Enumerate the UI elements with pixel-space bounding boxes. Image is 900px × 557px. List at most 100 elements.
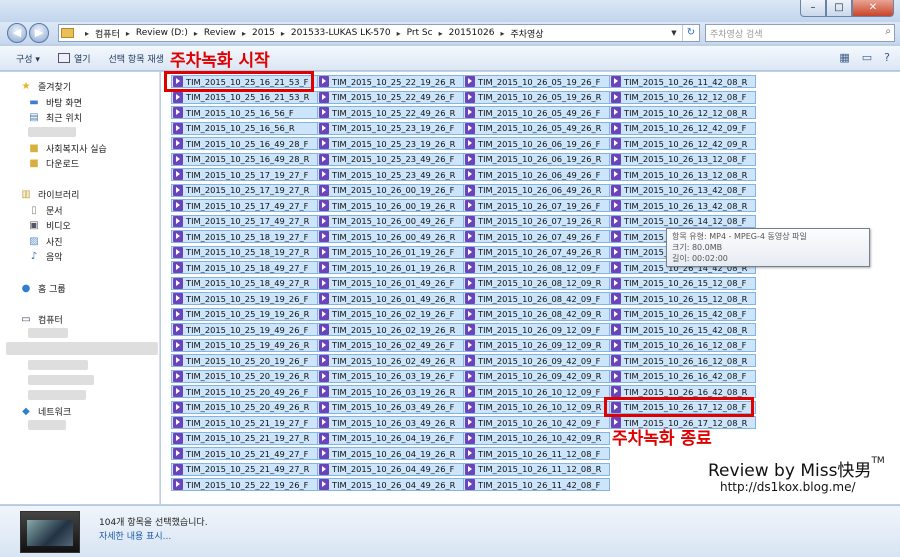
file-item[interactable]: TIM_2015_10_26_13_12_08_F	[609, 152, 756, 166]
breadcrumb-separator[interactable]: ▸	[242, 29, 246, 38]
file-item[interactable]: TIM_2015_10_25_22_49_26_F	[317, 90, 464, 104]
minimize-button[interactable]: –	[800, 0, 826, 17]
nav-recent[interactable]: ▤ 최근 위치	[28, 111, 82, 124]
breadcrumb-separator[interactable]: ▸	[194, 29, 198, 38]
file-item[interactable]: TIM_2015_10_26_10_12_09_F	[463, 385, 610, 398]
file-item[interactable]: TIM_2015_10_26_02_19_26_R	[317, 323, 464, 336]
file-item[interactable]: TIM_2015_10_26_12_12_08_F	[609, 90, 756, 104]
search-input[interactable]: 주차영상 검색 ⌕	[705, 24, 895, 42]
file-item[interactable]: TIM_2015_10_26_03_19_26_R	[317, 385, 464, 398]
file-item[interactable]: TIM_2015_10_26_06_49_26_R	[463, 183, 610, 197]
chevron-down-icon[interactable]: ▼	[667, 25, 681, 41]
file-item[interactable]: TIM_2015_10_26_04_49_26_R	[317, 478, 464, 491]
open-button[interactable]: 열기	[57, 52, 91, 65]
file-item[interactable]: TIM_2015_10_26_03_49_26_R	[317, 416, 464, 429]
file-item[interactable]: TIM_2015_10_26_09_42_09_F	[463, 354, 610, 367]
nav-videos[interactable]: ▣ 비디오	[28, 219, 71, 232]
file-item[interactable]: TIM_2015_10_26_16_12_08_F	[609, 338, 756, 352]
nav-pictures[interactable]: ▨ 사진	[28, 235, 62, 248]
file-item[interactable]: TIM_2015_10_26_16_12_08_R	[609, 354, 756, 367]
file-item[interactable]: TIM_2015_10_25_18_49_27_R	[171, 276, 318, 290]
file-item[interactable]: TIM_2015_10_25_17_19_27_R	[171, 183, 318, 197]
file-item[interactable]: TIM_2015_10_26_10_42_09_F	[463, 416, 610, 429]
file-item[interactable]: TIM_2015_10_25_22_49_26_R	[317, 106, 464, 119]
nav-computer[interactable]: ▭ 컴퓨터	[20, 313, 63, 326]
breadcrumb-drive[interactable]: Review (D:)	[136, 28, 188, 38]
file-item[interactable]: TIM_2015_10_26_07_49_26_F	[463, 230, 610, 243]
breadcrumb-separator[interactable]: ▸	[126, 29, 130, 38]
file-item[interactable]: TIM_2015_10_26_04_19_26_F	[317, 431, 464, 445]
nav-libraries[interactable]: ▥ 라이브러리	[20, 188, 79, 201]
file-item[interactable]: TIM_2015_10_26_05_49_26_F	[463, 106, 610, 119]
file-item[interactable]: TIM_2015_10_26_09_12_09_F	[463, 323, 610, 336]
file-item[interactable]: TIM_2015_10_25_18_19_27_R	[171, 245, 318, 259]
file-item[interactable]: TIM_2015_10_26_06_49_26_F	[463, 168, 610, 181]
nav-downloads[interactable]: ■ 다운로드	[28, 157, 79, 170]
file-item[interactable]: TIM_2015_10_25_18_19_27_F	[171, 230, 318, 243]
file-item[interactable]: TIM_2015_10_25_16_56_R	[171, 121, 318, 135]
file-item[interactable]: TIM_2015_10_25_20_19_26_F	[171, 354, 318, 367]
file-item[interactable]: TIM_2015_10_26_15_42_08_F	[609, 307, 756, 321]
file-item[interactable]: TIM_2015_10_25_19_49_26_F	[171, 323, 318, 336]
breadcrumb-computer[interactable]: 컴퓨터	[95, 27, 120, 40]
file-item[interactable]: TIM_2015_10_26_12_42_09_F	[609, 121, 756, 135]
view-options-icon[interactable]: ▦	[839, 51, 849, 64]
file-item[interactable]: TIM_2015_10_25_22_19_26_R	[317, 75, 464, 88]
file-item[interactable]: TIM_2015_10_25_20_49_26_R	[171, 400, 318, 414]
nav-favorites[interactable]: ★ 즐겨찾기	[20, 80, 72, 93]
file-item[interactable]: TIM_2015_10_26_07_19_26_F	[463, 199, 610, 212]
file-item[interactable]: TIM_2015_10_25_19_49_26_R	[171, 338, 318, 352]
file-item[interactable]: TIM_2015_10_25_18_49_27_F	[171, 261, 318, 274]
play-selected-button[interactable]: 선택 항목 재생	[109, 52, 164, 65]
file-item[interactable]: TIM_2015_10_25_17_49_27_R	[171, 214, 318, 228]
organize-button[interactable]: 구성 ▾	[16, 52, 40, 65]
breadcrumb-model[interactable]: 201533-LUKAS LK-570	[291, 28, 391, 38]
file-item[interactable]: TIM_2015_10_26_16_42_08_F	[609, 369, 756, 383]
file-item[interactable]: TIM_2015_10_25_16_21_53_R	[171, 90, 318, 104]
file-item[interactable]: TIM_2015_10_25_16_49_28_R	[171, 152, 318, 166]
nav-documents[interactable]: ▯ 문서	[28, 204, 62, 217]
breadcrumb-separator[interactable]: ▸	[85, 29, 89, 38]
file-item[interactable]: TIM_2015_10_26_01_19_26_R	[317, 261, 464, 274]
file-item[interactable]: TIM_2015_10_25_22_19_26_F	[171, 478, 318, 491]
file-item[interactable]: TIM_2015_10_26_04_19_26_R	[317, 447, 464, 460]
file-item[interactable]: TIM_2015_10_25_16_49_28_F	[171, 137, 318, 150]
file-item[interactable]: TIM_2015_10_26_08_42_09_R	[463, 307, 610, 321]
file-item[interactable]: TIM_2015_10_26_00_49_26_R	[317, 230, 464, 243]
file-item[interactable]: TIM_2015_10_26_01_49_26_F	[317, 276, 464, 290]
file-item[interactable]: TIM_2015_10_26_07_49_26_R	[463, 245, 610, 259]
nav-social[interactable]: ■ 사회복지사 실습	[28, 142, 107, 155]
file-item[interactable]: TIM_2015_10_26_09_12_09_R	[463, 338, 610, 352]
file-item[interactable]: TIM_2015_10_26_15_42_08_R	[609, 323, 756, 336]
file-item[interactable]: TIM_2015_10_25_21_19_27_F	[171, 416, 318, 429]
file-item[interactable]: TIM_2015_10_25_19_19_26_R	[171, 307, 318, 321]
file-item[interactable]: TIM_2015_10_26_14_12_08_F	[609, 214, 756, 228]
breadcrumb-separator[interactable]: ▸	[439, 29, 443, 38]
breadcrumb-review[interactable]: Review	[204, 28, 236, 38]
file-item[interactable]: TIM_2015_10_25_21_19_27_R	[171, 431, 318, 445]
back-arrow-icon[interactable]: ◀	[7, 23, 27, 43]
file-item[interactable]: TIM_2015_10_25_17_49_27_F	[171, 199, 318, 212]
breadcrumb-year[interactable]: 2015	[252, 28, 275, 38]
file-item[interactable]: TIM_2015_10_26_13_42_08_R	[609, 199, 756, 212]
file-item[interactable]: TIM_2015_10_26_08_12_09_F	[463, 261, 610, 274]
file-item[interactable]: TIM_2015_10_25_16_56_F	[171, 106, 318, 119]
breadcrumb-prtsc[interactable]: Prt Sc	[407, 28, 433, 38]
file-item[interactable]: TIM_2015_10_26_13_42_08_F	[609, 183, 756, 197]
file-item[interactable]: TIM_2015_10_25_21_49_27_R	[171, 462, 318, 476]
file-item[interactable]: TIM_2015_10_25_23_19_26_F	[317, 121, 464, 135]
help-icon[interactable]: ?	[884, 51, 890, 64]
file-item[interactable]: TIM_2015_10_26_11_12_08_F	[463, 447, 610, 460]
file-item[interactable]: TIM_2015_10_25_23_49_26_R	[317, 168, 464, 181]
file-item[interactable]: TIM_2015_10_26_02_19_26_F	[317, 307, 464, 321]
file-item[interactable]: TIM_2015_10_25_23_19_26_R	[317, 137, 464, 150]
file-item[interactable]: TIM_2015_10_25_20_19_26_R	[171, 369, 318, 383]
nav-homegroup[interactable]: ● 홈 그룹	[20, 282, 66, 295]
file-item[interactable]: TIM_2015_10_26_06_19_26_F	[463, 137, 610, 150]
nav-music[interactable]: ♪ 음악	[28, 250, 63, 263]
file-item[interactable]: TIM_2015_10_26_05_19_26_R	[463, 90, 610, 104]
show-more-details-link[interactable]: 자세한 내용 표시...	[99, 529, 171, 542]
file-item[interactable]: TIM_2015_10_26_05_19_26_F	[463, 75, 610, 88]
file-item[interactable]: TIM_2015_10_26_13_12_08_R	[609, 168, 756, 181]
file-item[interactable]: TIM_2015_10_26_02_49_26_F	[317, 338, 464, 352]
